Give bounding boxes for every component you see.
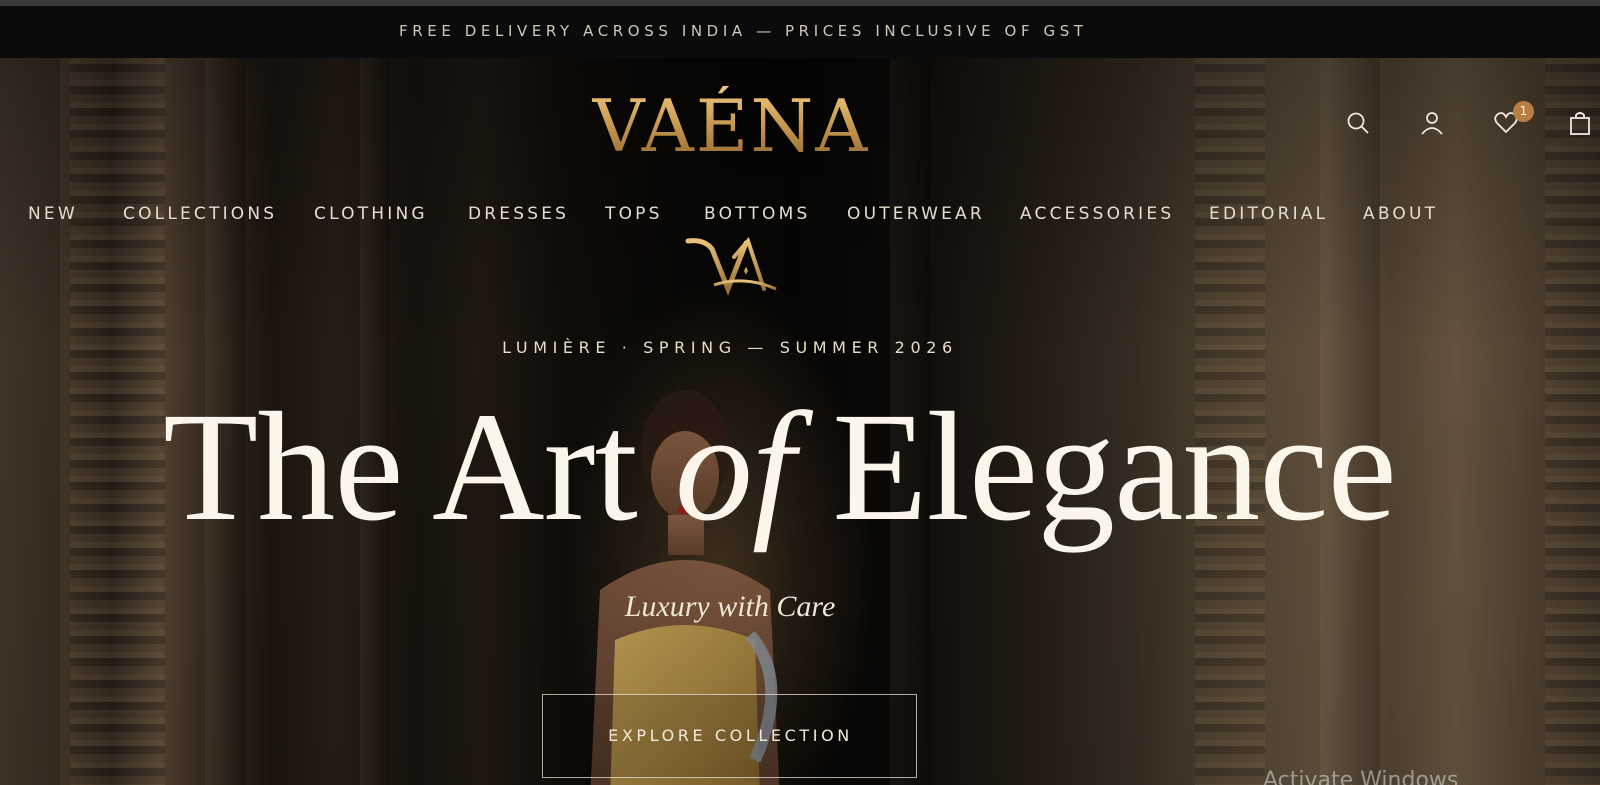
- nav-item-tops[interactable]: TOPS: [605, 204, 663, 224]
- nav-item-dresses[interactable]: DRESSES: [468, 204, 569, 224]
- main-nav: NEW COLLECTIONS CLOTHING DRESSES TOPS BO…: [0, 204, 1440, 228]
- explore-collection-button[interactable]: EXPLORE COLLECTION: [542, 694, 917, 778]
- brand-monogram: [685, 237, 777, 296]
- nav-item-editorial[interactable]: EDITORIAL: [1209, 204, 1328, 224]
- hero-headline: The Art of Elegance: [163, 380, 1397, 562]
- header-icons: [1345, 110, 1600, 140]
- nav-item-collections[interactable]: COLLECTIONS: [123, 204, 277, 224]
- page: FREE DELIVERY ACROSS INDIA — PRICES INCL…: [0, 0, 1600, 785]
- announcement-bar: FREE DELIVERY ACROSS INDIA — PRICES INCL…: [0, 6, 1600, 58]
- activate-windows-watermark: Activate Windows: [1263, 768, 1459, 785]
- nav-item-about[interactable]: ABOUT: [1363, 204, 1438, 224]
- headline-part-1: The Art: [163, 380, 675, 553]
- headline-part-2: Elegance: [794, 380, 1397, 553]
- nav-item-outerwear[interactable]: OUTERWEAR: [847, 204, 985, 224]
- bag-icon[interactable]: [1567, 110, 1593, 136]
- hero-tagline: Luxury with Care: [624, 590, 836, 623]
- nav-item-clothing[interactable]: CLOTHING: [314, 204, 428, 224]
- nav-item-bottoms[interactable]: BOTTOMS: [704, 204, 810, 224]
- wishlist-count-badge: 1: [1513, 101, 1534, 122]
- announcement-text: FREE DELIVERY ACROSS INDIA — PRICES INCL…: [399, 22, 1088, 40]
- explore-collection-label: EXPLORE COLLECTION: [608, 726, 853, 745]
- headline-italic: of: [674, 380, 795, 553]
- nav-item-new[interactable]: NEW: [28, 204, 78, 224]
- nav-item-accessories[interactable]: ACCESSORIES: [1020, 204, 1174, 224]
- brand-logo[interactable]: VAÉNA: [568, 86, 894, 166]
- search-icon[interactable]: [1345, 110, 1371, 136]
- season-label: LUMIÈRE · SPRING — SUMMER 2026: [502, 338, 958, 357]
- account-icon[interactable]: [1419, 110, 1445, 136]
